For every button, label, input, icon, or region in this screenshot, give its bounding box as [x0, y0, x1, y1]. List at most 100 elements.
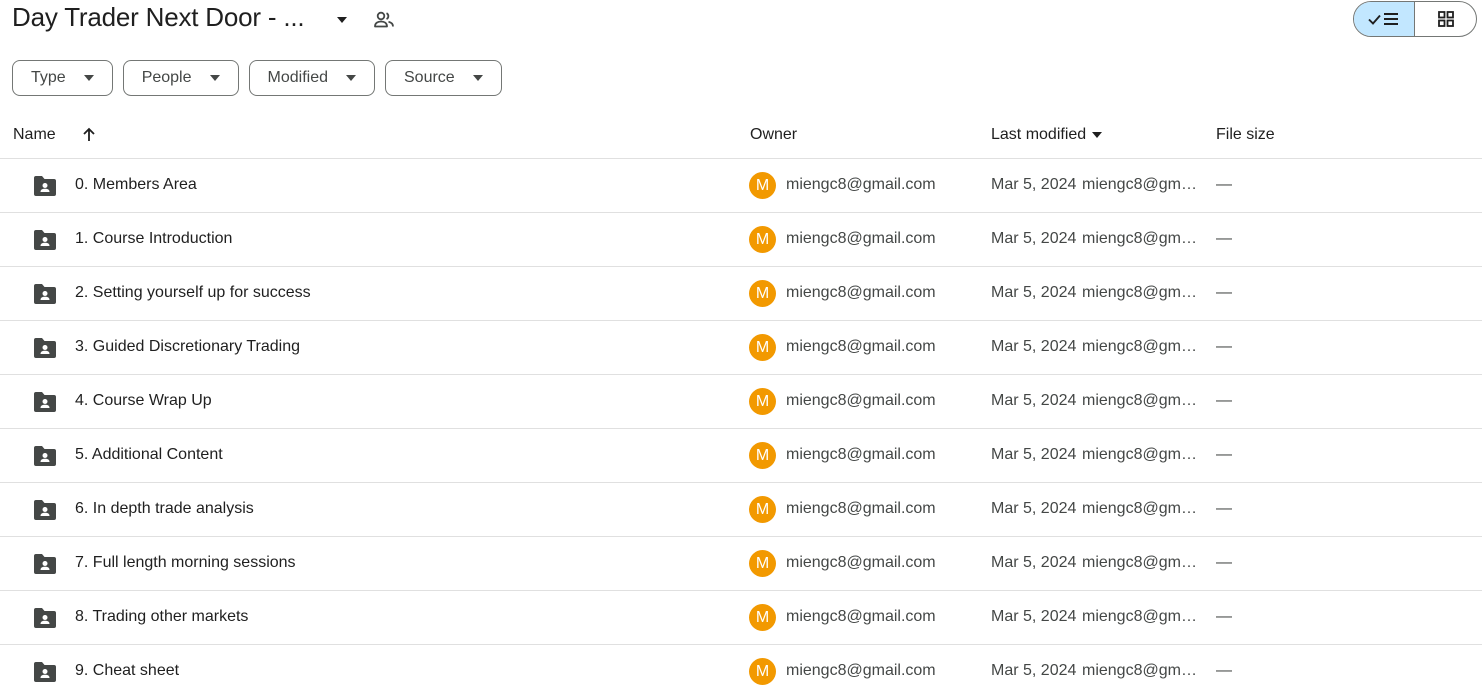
- owner-avatar: M: [749, 388, 776, 415]
- modified-by: miengc8@gmail.com: [1082, 554, 1202, 571]
- owner-email: miengc8@gmail.com: [786, 338, 936, 355]
- modified-by: miengc8@gmail.com: [1082, 284, 1202, 301]
- type-filter-label: Type: [31, 69, 66, 86]
- file-name[interactable]: 1. Course Introduction: [75, 230, 232, 248]
- modified-date: Mar 5, 2024: [991, 554, 1077, 571]
- table-row[interactable]: 1. Course Introduction M miengc8@gmail.c…: [0, 213, 1482, 267]
- file-name[interactable]: 4. Course Wrap Up: [75, 392, 212, 410]
- owner-avatar: M: [749, 172, 776, 199]
- file-name[interactable]: 5. Additional Content: [75, 446, 223, 464]
- modified-date: Mar 5, 2024: [991, 608, 1077, 625]
- modified-date: Mar 5, 2024: [991, 662, 1077, 679]
- table-row[interactable]: 9. Cheat sheet M miengc8@gmail.com Mar 5…: [0, 645, 1482, 697]
- shared-folder-icon: [34, 392, 56, 412]
- file-name[interactable]: 7. Full length morning sessions: [75, 554, 296, 572]
- table-row[interactable]: 5. Additional Content M miengc8@gmail.co…: [0, 429, 1482, 483]
- shared-folder-icon: [34, 608, 56, 628]
- file-name[interactable]: 3. Guided Discretionary Trading: [75, 338, 300, 356]
- table-row[interactable]: 6. In depth trade analysis M miengc8@gma…: [0, 483, 1482, 537]
- owner-avatar: M: [749, 280, 776, 307]
- shared-folder-icon: [34, 176, 56, 196]
- modified-by: miengc8@gmail.com: [1082, 500, 1202, 517]
- page-title[interactable]: Day Trader Next Door - ...: [12, 2, 305, 33]
- source-filter-label: Source: [404, 69, 455, 86]
- list-view-button[interactable]: [1354, 2, 1416, 36]
- owner-email: miengc8@gmail.com: [786, 662, 936, 679]
- check-list-icon: [1368, 13, 1398, 25]
- file-size: —: [1216, 608, 1232, 625]
- owner-avatar: M: [749, 658, 776, 685]
- grid-view-button[interactable]: [1415, 2, 1476, 36]
- shared-folder-icon: [34, 662, 56, 682]
- sort-caret-down-icon: [1092, 131, 1103, 138]
- modified-by: miengc8@gmail.com: [1082, 176, 1202, 193]
- view-toggle: [1353, 1, 1477, 37]
- owner-email: miengc8@gmail.com: [786, 392, 936, 409]
- shared-folder-icon: [34, 284, 56, 304]
- file-size: —: [1216, 392, 1232, 409]
- source-filter-chip[interactable]: Source: [385, 60, 502, 96]
- type-filter-chip[interactable]: Type: [12, 60, 113, 96]
- modified-date: Mar 5, 2024: [991, 284, 1077, 301]
- arrow-up-icon[interactable]: [80, 126, 98, 144]
- column-header-name[interactable]: Name: [13, 126, 56, 144]
- modified-by: miengc8@gmail.com: [1082, 230, 1202, 247]
- column-header-last-modified[interactable]: Last modified: [991, 126, 1103, 144]
- column-header-owner[interactable]: Owner: [750, 126, 797, 144]
- modified-by: miengc8@gmail.com: [1082, 662, 1202, 679]
- file-name[interactable]: 0. Members Area: [75, 176, 197, 194]
- modified-by: miengc8@gmail.com: [1082, 338, 1202, 355]
- modified-date: Mar 5, 2024: [991, 230, 1077, 247]
- column-header-file-size[interactable]: File size: [1216, 126, 1275, 144]
- people-filter-chip[interactable]: People: [122, 60, 239, 96]
- owner-email: miengc8@gmail.com: [786, 446, 936, 463]
- header: Day Trader Next Door - ...: [0, 0, 1482, 40]
- file-name[interactable]: 8. Trading other markets: [75, 608, 248, 626]
- file-size: —: [1216, 662, 1232, 679]
- file-size: —: [1216, 338, 1232, 355]
- grid-icon: [1437, 11, 1454, 27]
- file-name[interactable]: 6. In depth trade analysis: [75, 500, 254, 518]
- chevron-down-icon: [346, 75, 356, 81]
- file-size: —: [1216, 230, 1232, 247]
- owner-avatar: M: [749, 496, 776, 523]
- modified-date: Mar 5, 2024: [991, 446, 1077, 463]
- modified-filter-chip[interactable]: Modified: [248, 60, 375, 96]
- owner-email: miengc8@gmail.com: [786, 554, 936, 571]
- table-header: Name Owner Last modified File size: [0, 114, 1482, 159]
- table-row[interactable]: 3. Guided Discretionary Trading M miengc…: [0, 321, 1482, 375]
- file-size: —: [1216, 284, 1232, 301]
- people-filter-label: People: [141, 69, 192, 86]
- modified-by: miengc8@gmail.com: [1082, 446, 1202, 463]
- title-dropdown-icon[interactable]: [334, 14, 350, 26]
- last-modified-label: Last modified: [991, 126, 1087, 143]
- file-name[interactable]: 9. Cheat sheet: [75, 662, 179, 680]
- owner-email: miengc8@gmail.com: [786, 176, 936, 193]
- modified-filter-label: Modified: [267, 69, 328, 86]
- file-size: —: [1216, 500, 1232, 517]
- table-row[interactable]: 0. Members Area M miengc8@gmail.com Mar …: [0, 159, 1482, 213]
- file-size: —: [1216, 554, 1232, 571]
- owner-email: miengc8@gmail.com: [786, 230, 936, 247]
- owner-avatar: M: [749, 226, 776, 253]
- modified-date: Mar 5, 2024: [991, 392, 1077, 409]
- table-row[interactable]: 8. Trading other markets M miengc8@gmail…: [0, 591, 1482, 645]
- modified-by: miengc8@gmail.com: [1082, 608, 1202, 625]
- modified-by: miengc8@gmail.com: [1082, 392, 1202, 409]
- modified-date: Mar 5, 2024: [991, 176, 1077, 193]
- shared-folder-icon: [34, 554, 56, 574]
- owner-avatar: M: [749, 604, 776, 631]
- shared-folder-icon: [34, 446, 56, 466]
- table-row[interactable]: 7. Full length morning sessions M miengc…: [0, 537, 1482, 591]
- owner-email: miengc8@gmail.com: [786, 608, 936, 625]
- chevron-down-icon: [209, 75, 220, 81]
- table-row[interactable]: 2. Setting yourself up for success M mie…: [0, 267, 1482, 321]
- file-size: —: [1216, 446, 1232, 463]
- modified-date: Mar 5, 2024: [991, 338, 1077, 355]
- owner-avatar: M: [749, 442, 776, 469]
- chevron-down-icon: [83, 75, 94, 81]
- shared-people-icon[interactable]: [372, 8, 396, 32]
- file-name[interactable]: 2. Setting yourself up for success: [75, 284, 311, 302]
- file-list: 0. Members Area M miengc8@gmail.com Mar …: [0, 159, 1482, 697]
- table-row[interactable]: 4. Course Wrap Up M miengc8@gmail.com Ma…: [0, 375, 1482, 429]
